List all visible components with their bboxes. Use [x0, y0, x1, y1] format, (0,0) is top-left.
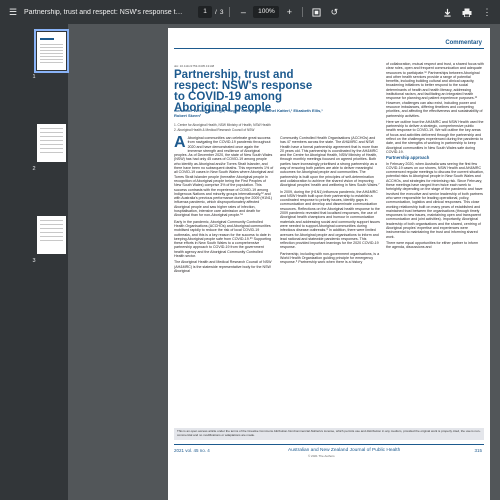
rotate-icon[interactable]: ↺ — [327, 5, 341, 19]
thumb-text-line — [40, 132, 63, 133]
page-thumbnail-3[interactable] — [37, 216, 66, 254]
toolbar-divider — [302, 7, 304, 17]
zoom-out-button[interactable]: – — [236, 5, 250, 19]
thumb-text-line — [40, 136, 63, 137]
thumb-text-line — [40, 220, 63, 221]
paragraph: Partnership, including with non-governme… — [280, 251, 380, 265]
licence-notice: This is an open access article under the… — [174, 428, 484, 440]
more-options-icon[interactable]: ⋮ — [480, 5, 494, 19]
journal-volume: 2021 vol. 45 no. 4 — [174, 448, 210, 453]
article-authors: Geraldine Wilson Matenga,¹ Megan Campbel… — [174, 108, 323, 118]
header-rule — [174, 48, 484, 49]
paragraph: In February 2020, when Australia was see… — [386, 161, 484, 239]
section-heading: Partnership approach — [386, 155, 430, 161]
thumb-text-line — [40, 144, 63, 145]
thumb-text-line — [40, 228, 63, 229]
fit-page-icon[interactable] — [309, 5, 323, 19]
toolbar-divider — [229, 7, 231, 17]
thumbnail-sidebar: 1 2 3 — [0, 24, 69, 500]
thumbnail-page-number: 3 — [32, 258, 36, 264]
thumb-text-line — [40, 38, 54, 40]
drop-cap: A — [174, 136, 186, 151]
thumb-text-line — [40, 224, 63, 225]
thumb-text-line — [40, 232, 63, 233]
thumb-text-line — [40, 53, 63, 54]
copyright-notice: © 2021 The Authors — [308, 454, 335, 458]
document-title: Partnership, trust and respect: NSW's re… — [24, 8, 184, 16]
paragraph: In 2009, during the (H1N1) influenza pan… — [280, 189, 380, 250]
thumb-text-line — [40, 47, 63, 48]
paragraph: Aboriginal communities can celebrate gre… — [174, 136, 274, 218]
thumb-text-line — [40, 128, 63, 129]
paragraph: Community Controlled Health Organisation… — [280, 136, 380, 188]
zoom-level[interactable]: 100% — [253, 6, 280, 18]
pdf-page: Commentary doi: 10.1111/1753-6405.13148 … — [168, 28, 490, 500]
footer-rule — [174, 444, 484, 445]
current-page-input[interactable]: 1 — [198, 6, 212, 18]
paragraph: of collaboration, mutual respect and tru… — [386, 62, 484, 118]
thumb-text-line — [40, 62, 63, 63]
section-label: Commentary — [445, 40, 482, 46]
thumb-text-line — [40, 148, 63, 149]
page-thumbnail-2[interactable] — [37, 124, 66, 162]
print-icon[interactable] — [460, 5, 474, 19]
hamburger-menu-icon[interactable]: ☰ — [6, 5, 20, 19]
affiliation-1: 1. Centre for Aboriginal Health, NSW Min… — [174, 123, 271, 127]
thumb-text-line — [40, 50, 63, 51]
body-column-3: of collaboration, mutual respect and tru… — [386, 62, 484, 424]
paragraph: The Aboriginal Health and Medical Resear… — [174, 260, 272, 273]
thumb-text-line — [40, 236, 63, 237]
page-thumbnail-1[interactable] — [34, 29, 69, 73]
thumbnail-page-number: 1 — [32, 74, 36, 80]
doi-text: doi: 10.1111/1753-6405.13148 — [174, 64, 215, 68]
paragraph: There were equal opportunities for eithe… — [386, 240, 479, 250]
thumbnail-page-number: 2 — [32, 166, 36, 172]
thumb-text-line — [40, 59, 63, 60]
body-column-2: Community Controlled Health Organisation… — [280, 136, 380, 424]
body-column-1: A Aboriginal communities can celebrate g… — [174, 136, 274, 424]
thumb-text-line — [40, 240, 63, 241]
total-pages: 3 — [219, 8, 224, 16]
page-separator: / — [215, 8, 217, 16]
thumb-text-line — [40, 44, 63, 45]
paragraph: Early in the pandemic, Aboriginal Commun… — [174, 219, 272, 259]
page-number: 315 — [474, 448, 482, 453]
thumb-text-line — [40, 140, 63, 141]
thumb-text-line — [40, 56, 63, 57]
thumb-text-line — [40, 152, 63, 153]
zoom-in-button[interactable]: + — [282, 5, 296, 19]
paragraph: Here we outline how the AH&MRC and NSW H… — [386, 119, 484, 154]
affiliation-2: 2. Aboriginal Health & Medical Research … — [174, 128, 255, 132]
journal-name: Australian and New Zealand Journal of Pu… — [288, 448, 401, 453]
download-icon[interactable] — [440, 5, 454, 19]
pdf-toolbar: ☰ Partnership, trust and respect: NSW's … — [0, 0, 500, 24]
